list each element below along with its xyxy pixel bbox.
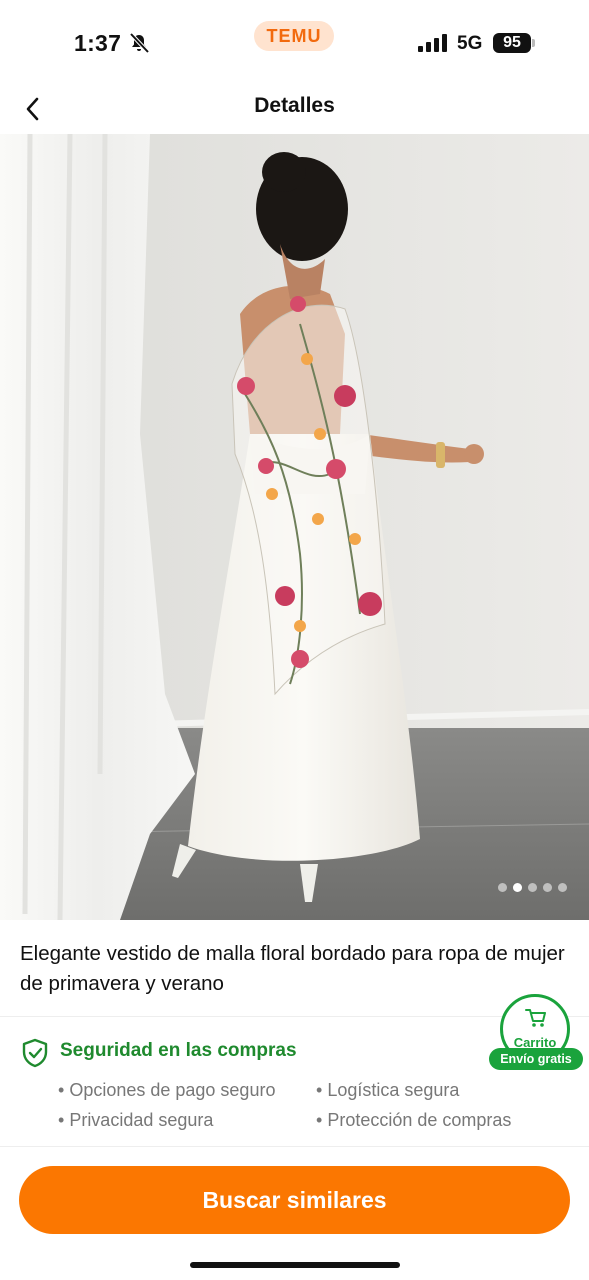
find-similar-button[interactable]: Buscar similares (19, 1166, 570, 1234)
gallery-dot[interactable] (528, 883, 537, 892)
security-item: • Protección de compras (316, 1110, 512, 1130)
gallery-pagination (498, 883, 567, 892)
network-label: 5G (457, 33, 483, 54)
status-time: 1:37 (74, 30, 122, 56)
home-indicator (190, 1262, 400, 1268)
shield-check-icon (22, 1038, 48, 1068)
gallery-dot[interactable] (558, 883, 567, 892)
security-item: • Logística segura (316, 1080, 460, 1100)
divider (0, 1146, 589, 1147)
battery-tip (532, 39, 535, 47)
security-item: • Opciones de pago seguro (58, 1080, 276, 1100)
product-title: Elegante vestido de malla floral bordado… (20, 942, 565, 995)
battery-icon: 95 (493, 33, 531, 53)
security-item: • Privacidad segura (58, 1110, 214, 1130)
cart-button[interactable]: Carrito Envío gratis (489, 994, 585, 1072)
gallery-dot[interactable] (513, 883, 522, 892)
status-bar: 1:37 TEMU 5G 95 (0, 0, 589, 86)
free-shipping-badge: Envío gratis (489, 1048, 583, 1070)
app-badge: TEMU (254, 21, 334, 51)
top-nav: Detalles (0, 86, 589, 134)
product-image-gallery[interactable] (0, 134, 589, 920)
product-photo (0, 134, 589, 920)
gallery-dot[interactable] (543, 883, 552, 892)
gallery-dot[interactable] (498, 883, 507, 892)
security-title: Seguridad en las compras (60, 1040, 297, 1061)
bell-muted-icon (129, 32, 150, 54)
cart-icon (525, 1009, 546, 1027)
signal-icon (418, 34, 447, 52)
page-title: Detalles (254, 94, 335, 117)
